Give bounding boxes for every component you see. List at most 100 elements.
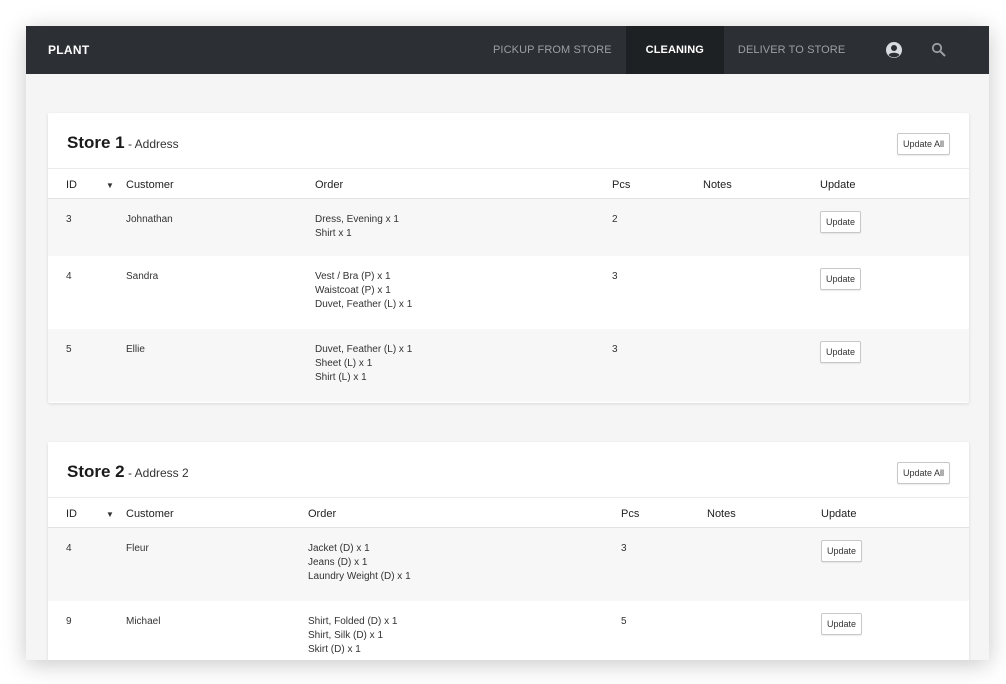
order-line: Skirt (D) x 1 (308, 643, 361, 655)
cell-customer: Ellie (126, 328, 315, 402)
cell-notes (707, 527, 821, 601)
table-row: 3 Johnathan Dress, Evening x 1 Shirt x 1… (48, 198, 969, 256)
cell-order: Jacket (D) x 1 Jeans (D) x 1 Laundry Wei… (308, 527, 621, 601)
orders-table: ID ▼ Customer Order Pcs Notes Update 4 F… (48, 497, 969, 660)
update-button[interactable]: Update (820, 267, 862, 290)
brand-logo[interactable]: PLANT (48, 43, 90, 57)
cell-pcs: 2 (612, 198, 703, 256)
nav-pickup-from-store[interactable]: PICKUP FROM STORE (479, 26, 626, 74)
cell-pcs: 3 (612, 270, 618, 282)
sort-caret-icon[interactable]: ▼ (106, 168, 126, 199)
cell-id: 3 (48, 198, 106, 256)
order-line: Duvet, Feather (L) x 1 (315, 343, 413, 355)
search-icon[interactable] (925, 26, 953, 74)
top-navbar: PLANT PICKUP FROM STORE CLEANING DELIVER… (26, 26, 989, 74)
cell-notes (703, 256, 820, 329)
cell-order: Vest / Bra (P) x 1 Waistcoat (P) x 1 Duv… (315, 256, 612, 329)
col-id[interactable]: ID (48, 168, 106, 199)
col-update[interactable]: Update (821, 497, 969, 528)
cell-pcs: 3 (612, 328, 703, 402)
store-card-header: Store 1 - Address Update All (48, 113, 969, 168)
cell-id: 4 (48, 527, 106, 601)
update-button[interactable]: Update (820, 340, 862, 363)
cell-spacer (106, 256, 126, 329)
account-icon-graphic (886, 42, 902, 58)
cell-customer: Michael (126, 615, 161, 627)
nav-cleaning[interactable]: CLEANING (625, 26, 724, 74)
order-line: Laundry Weight (D) x 1 (308, 571, 411, 582)
cell-spacer (106, 198, 126, 256)
table-header-row: ID ▼ Customer Order Pcs Notes Update (48, 168, 969, 199)
sort-caret-icon[interactable]: ▼ (106, 497, 126, 528)
store-card-2: Store 2 - Address 2 Update All ID ▼ Cust… (48, 442, 969, 660)
table-row: 5 Ellie Duvet, Feather (L) x 1 Sheet (L)… (48, 328, 969, 402)
cell-notes (703, 198, 820, 256)
order-line: Shirt x 1 (315, 228, 352, 239)
table-row: 9 Michael Shirt, Folded (D) x 1 Shirt, S… (48, 601, 969, 661)
cell-update: Update (820, 328, 969, 402)
order-line: Vest / Bra (P) x 1 (315, 270, 391, 282)
update-button[interactable]: Update (820, 211, 862, 233)
cell-customer: Sandra (126, 270, 159, 282)
order-line: Shirt, Folded (D) x 1 (308, 615, 398, 627)
store-title: Store 1 - Address (67, 133, 179, 153)
order-line: Jeans (D) x 1 (308, 557, 368, 568)
account-icon[interactable] (880, 26, 908, 74)
update-button[interactable]: Update (821, 612, 863, 635)
col-update[interactable]: Update (820, 168, 969, 199)
cell-notes (707, 601, 821, 661)
cell-customer: Fleur (126, 527, 308, 601)
update-all-button[interactable]: Update All (896, 462, 950, 484)
cell-order: Shirt, Folded (D) x 1 Shirt, Silk (D) x … (308, 601, 621, 661)
order-line: Dress, Evening x 1 (315, 214, 399, 225)
cell-update: Update (820, 256, 969, 329)
store-address: - Address (124, 137, 179, 151)
store-name: Store 1 (67, 133, 125, 152)
col-pcs[interactable]: Pcs (621, 497, 707, 528)
order-line: Duvet, Feather (L) x 1 (315, 298, 413, 310)
cell-pcs: 3 (621, 527, 707, 601)
cell-spacer (106, 328, 126, 402)
cell-customer: Johnathan (126, 198, 315, 256)
col-notes[interactable]: Notes (703, 168, 820, 199)
nav-deliver-to-store[interactable]: DELIVER TO STORE (724, 26, 859, 74)
store-name: Store 2 (67, 462, 125, 481)
app-window: PLANT PICKUP FROM STORE CLEANING DELIVER… (26, 26, 989, 660)
cell-id: 5 (48, 328, 106, 402)
cell-update: Update (821, 601, 969, 661)
cell-order: Duvet, Feather (L) x 1 Sheet (L) x 1 Shi… (315, 328, 612, 402)
order-line: Waistcoat (P) x 1 (315, 284, 391, 296)
order-line: Jacket (D) x 1 (308, 543, 370, 554)
order-line: Sheet (L) x 1 (315, 357, 373, 369)
order-line: Shirt (L) x 1 (315, 371, 367, 383)
cell-update: Update (820, 198, 969, 256)
store-card-header: Store 2 - Address 2 Update All (48, 442, 969, 497)
cell-notes (703, 328, 820, 402)
table-row: 4 Sandra Vest / Bra (P) x 1 Waistcoat (P… (48, 256, 969, 329)
col-customer[interactable]: Customer (126, 168, 315, 199)
col-order[interactable]: Order (308, 497, 621, 528)
order-line: Shirt, Silk (D) x 1 (308, 629, 384, 641)
update-button[interactable]: Update (821, 540, 863, 562)
orders-table: ID ▼ Customer Order Pcs Notes Update 3 J… (48, 168, 969, 402)
store-address: - Address 2 (124, 466, 189, 480)
col-customer[interactable]: Customer (126, 497, 308, 528)
col-pcs[interactable]: Pcs (612, 168, 703, 199)
table-header-row: ID ▼ Customer Order Pcs Notes Update (48, 497, 969, 528)
cell-spacer (106, 601, 126, 661)
store-title: Store 2 - Address 2 (67, 462, 189, 482)
col-notes[interactable]: Notes (707, 497, 821, 528)
update-all-button[interactable]: Update All (896, 133, 950, 155)
cell-order: Dress, Evening x 1 Shirt x 1 (315, 198, 612, 256)
cell-update: Update (821, 527, 969, 601)
store-card-1: Store 1 - Address Update All ID ▼ Custom… (48, 113, 969, 403)
cell-pcs: 5 (621, 615, 627, 627)
cell-id: 4 (66, 270, 72, 282)
table-row: 4 Fleur Jacket (D) x 1 Jeans (D) x 1 Lau… (48, 527, 969, 601)
search-icon-graphic (931, 42, 946, 57)
col-id[interactable]: ID (48, 497, 106, 528)
col-order[interactable]: Order (315, 168, 612, 199)
cell-spacer (106, 527, 126, 601)
nav-links: PICKUP FROM STORE CLEANING DELIVER TO ST… (479, 26, 859, 74)
cell-id: 9 (66, 615, 72, 627)
